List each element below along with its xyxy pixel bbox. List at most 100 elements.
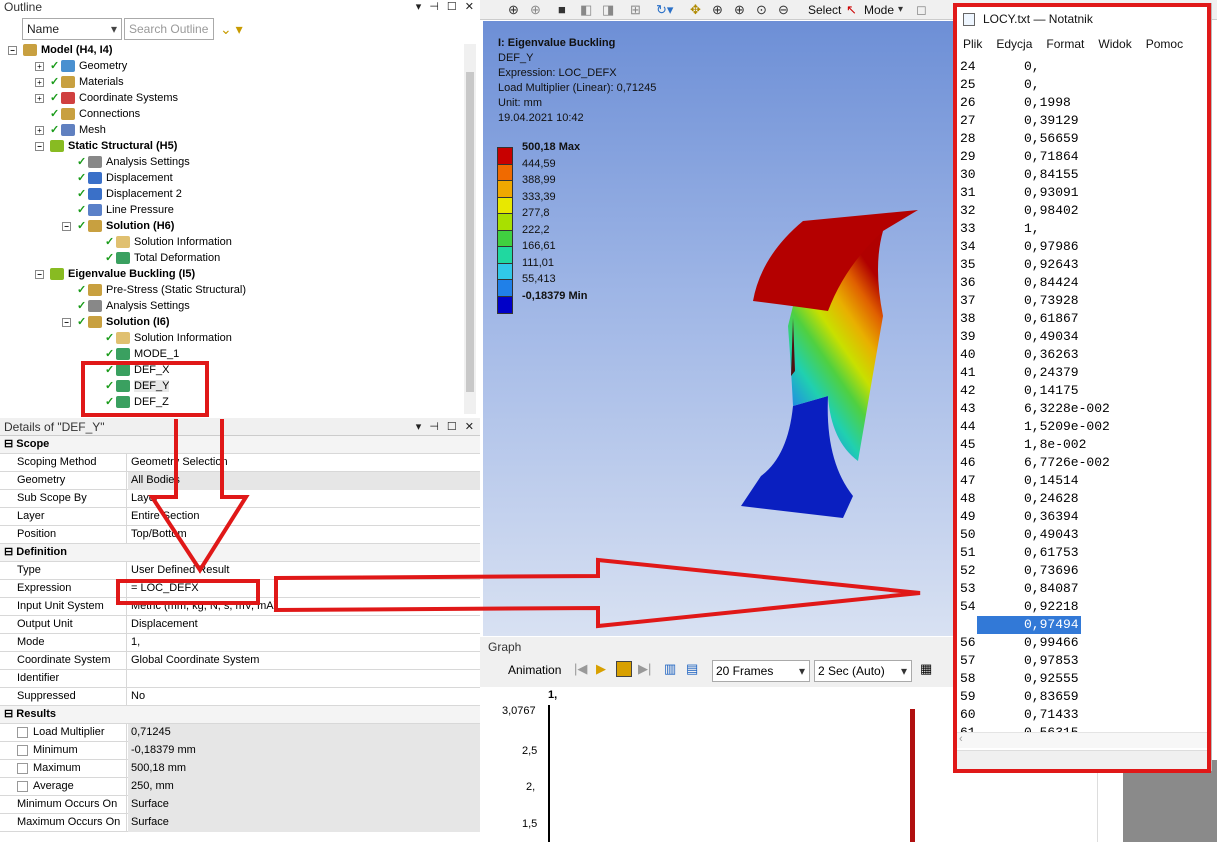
layout-icon[interactable]: ⊞ [630,2,641,18]
tree-node[interactable]: ✓ Solution Information [90,330,232,346]
property-value[interactable]: No [128,688,480,706]
tree-node[interactable]: ✓ Analysis Settings [62,298,190,314]
expand-icon[interactable]: − [62,317,71,327]
tree-node[interactable]: − Static Structural (H5) [35,138,177,154]
expand-icon[interactable]: + [35,125,44,135]
property-value[interactable]: Displacement [128,616,480,634]
property-value[interactable]: User Defined Result [128,562,480,580]
details-row[interactable]: Maximum 500,18 mm [0,760,480,778]
details-section[interactable]: ⊟ Scope [0,436,480,454]
chevron-down-icon[interactable]: ⌄ ▾ [220,21,243,38]
details-row[interactable]: Sub Scope By Layer [0,490,480,508]
result-sets-icon[interactable]: ▤ [686,661,698,677]
export-video-icon[interactable]: ▦ [920,661,932,677]
mode-dropdown[interactable]: Mode [864,2,894,18]
details-row[interactable]: Scoping Method Geometry Selection [0,454,480,472]
property-value[interactable]: 0,71245 [128,724,480,742]
property-value[interactable]: -0,18379 mm [128,742,480,760]
mode-chevron-icon[interactable]: ▾ [898,2,903,18]
tree-node[interactable]: + ✓ Geometry [35,58,127,74]
play-icon[interactable]: ▶ [596,661,606,677]
parameter-checkbox[interactable] [17,762,28,774]
shaded-view-icon[interactable]: ■ [558,2,566,18]
property-value[interactable]: Geometry Selection [128,454,480,472]
tree-node[interactable]: ✓ MODE_1 [90,346,179,362]
tree-node[interactable]: ✓ Solution Information [90,234,232,250]
pan-icon[interactable]: ✥ [690,2,701,18]
tree-node[interactable]: + ✓ Mesh [35,122,106,138]
property-value[interactable]: 500,18 mm [128,760,480,778]
details-row[interactable]: Geometry All Bodies [0,472,480,490]
property-value[interactable] [128,670,480,688]
select-button[interactable]: Select [808,2,841,18]
details-row[interactable]: Minimum -0,18379 mm [0,742,480,760]
details-row[interactable]: Load Multiplier 0,71245 [0,724,480,742]
close-icon[interactable]: ✕ [465,0,474,13]
outline-scrollbar[interactable] [464,44,476,414]
details-row[interactable]: Minimum Occurs On Surface [0,796,480,814]
close-icon[interactable]: ✕ [465,418,474,436]
duration-select[interactable]: 2 Sec (Auto) [814,660,912,682]
expand-icon[interactable]: − [35,141,44,151]
property-value[interactable]: Global Coordinate System [128,652,480,670]
edges-icon[interactable]: ◨ [602,2,614,18]
tree-node[interactable]: ✓ Displacement [62,170,173,186]
details-row[interactable]: Type User Defined Result [0,562,480,580]
property-value[interactable]: All Bodies [128,472,480,490]
parameter-checkbox[interactable] [17,744,28,756]
property-value[interactable]: Top/Bottom [128,526,480,544]
property-value[interactable]: Surface [128,796,480,814]
expand-icon[interactable]: − [8,45,17,55]
expand-icon[interactable]: + [35,61,44,71]
maximize-icon[interactable]: ☐ [447,0,457,13]
property-value[interactable]: Layer [128,490,480,508]
tree-node[interactable]: ✓ Displacement 2 [62,186,182,202]
select-face-icon[interactable]: ◻ [916,2,927,18]
details-row[interactable]: Maximum Occurs On Surface [0,814,480,832]
distributed-icon[interactable]: ▥ [664,661,676,677]
pin-icon[interactable]: ⊣ [429,0,439,13]
rotate-icon[interactable]: ↻▾ [656,2,673,18]
details-row[interactable]: Layer Entire Section [0,508,480,526]
cursor-icon[interactable]: ↖ [846,2,857,18]
details-row[interactable]: Identifier [0,670,480,688]
details-row[interactable]: Suppressed No [0,688,480,706]
tree-node[interactable]: ✓ Line Pressure [62,202,174,218]
maximize-icon[interactable]: ☐ [447,418,457,436]
outline-filter-select[interactable]: Name [22,18,122,40]
zoom-all-icon[interactable]: ⊙ [756,2,767,18]
details-row[interactable]: Mode 1, [0,634,480,652]
details-row[interactable]: Coordinate System Global Coordinate Syste… [0,652,480,670]
outline-search-input[interactable]: Search Outline [124,18,214,40]
graphics-viewport[interactable]: I: Eigenvalue Buckling DEF_Y Expression:… [483,21,955,636]
dropdown-icon[interactable]: ▾ [416,0,422,13]
previous-frame-icon[interactable]: |◀ [574,661,587,677]
details-section[interactable]: ⊟ Definition [0,544,480,562]
tree-node[interactable]: ✓ Total Deformation [90,250,220,266]
stop-icon[interactable] [616,661,632,677]
zoom-out-icon[interactable]: ⊖ [778,2,789,18]
property-value[interactable]: 1, [128,634,480,652]
property-value[interactable]: Surface [128,814,480,832]
details-row[interactable]: Output Unit Displacement [0,616,480,634]
tree-node[interactable]: ✓ Analysis Settings [62,154,190,170]
expand-icon[interactable]: + [35,93,44,103]
zoom-in-icon[interactable]: ⊕ [712,2,723,18]
property-value[interactable]: Entire Section [128,508,480,526]
details-section[interactable]: ⊟ Results [0,706,480,724]
zoom-box-icon[interactable]: ⊕ [734,2,745,18]
property-value[interactable]: 250, mm [128,778,480,796]
tree-node[interactable]: + ✓ Coordinate Systems [35,90,178,106]
expand-icon[interactable]: + [35,77,44,87]
tree-node[interactable]: − Model (H4, I4) [8,42,113,58]
tree-node[interactable]: − ✓ Solution (H6) [62,218,174,234]
expand-icon[interactable]: − [35,269,44,279]
next-frame-icon[interactable]: ▶| [638,661,651,677]
tree-node[interactable]: ✓ Connections [35,106,140,122]
parameter-checkbox[interactable] [17,726,28,738]
frames-select[interactable]: 20 Frames [712,660,810,682]
tree-node[interactable]: + ✓ Materials [35,74,124,90]
zoom-fit-icon[interactable]: ⊕ [508,2,519,18]
details-row[interactable]: Position Top/Bottom [0,526,480,544]
tree-node[interactable]: − Eigenvalue Buckling (I5) [35,266,195,282]
